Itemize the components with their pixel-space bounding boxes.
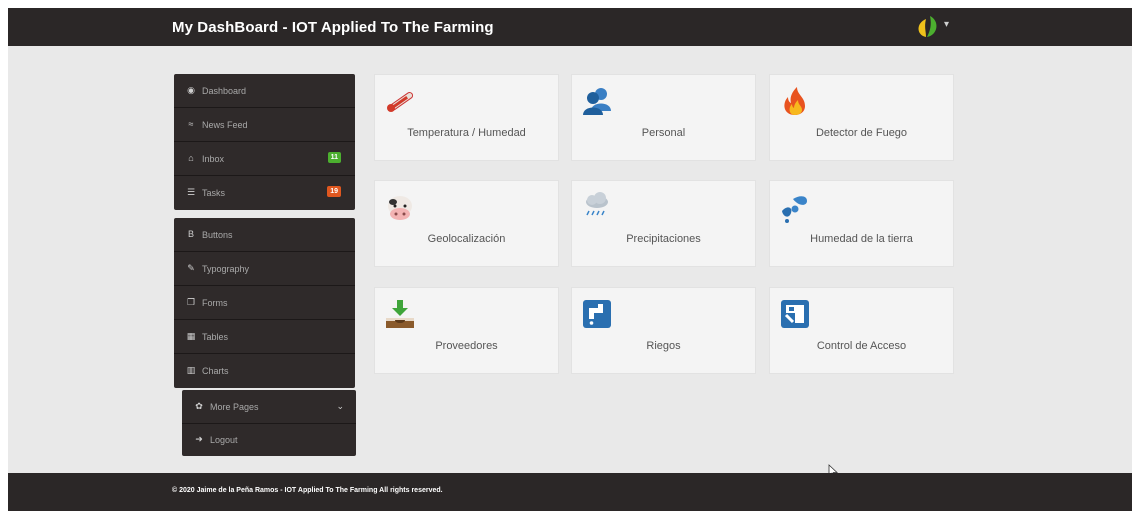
sidebar-item-tables[interactable]: ▦ Tables bbox=[174, 320, 355, 354]
tile-proveedores[interactable]: Proveedores bbox=[374, 287, 559, 374]
top-navbar: My DashBoard - IOT Applied To The Farmin… bbox=[8, 8, 1132, 46]
tile-label: Proveedores bbox=[435, 340, 498, 352]
sidebar-item-logout[interactable]: ➜ Logout bbox=[182, 423, 356, 457]
main-content: ◉ Dashboard ≈ News Feed ⌂ Inbox 11 ☰ Tas… bbox=[8, 46, 1132, 478]
tile-detector-fuego[interactable]: Detector de Fuego bbox=[769, 74, 954, 161]
tile-label: Control de Acceso bbox=[816, 340, 907, 352]
chart-icon: ▥ bbox=[186, 365, 196, 375]
tile-label: Temperatura / Humedad bbox=[407, 127, 526, 139]
app-title[interactable]: My DashBoard - IOT Applied To The Farmin… bbox=[172, 19, 494, 36]
logout-icon: ➜ bbox=[195, 434, 203, 444]
tile-label: Geolocalización bbox=[427, 233, 506, 245]
sidebar-group-extra: ✿ More Pages ⌄ ➜ Logout bbox=[182, 390, 356, 456]
tile-label: Precipitaciones bbox=[626, 233, 701, 245]
dashboard-icon: ◉ bbox=[187, 85, 195, 95]
tile-control-acceso[interactable]: Control de Acceso bbox=[769, 287, 954, 374]
water-drops-icon bbox=[782, 196, 807, 223]
table-icon: ▦ bbox=[186, 331, 196, 341]
sidebar-item-more-pages[interactable]: ✿ More Pages ⌄ bbox=[182, 390, 356, 424]
tile-label: Humedad de la tierra bbox=[810, 233, 913, 245]
fire-icon bbox=[784, 87, 805, 115]
tile-personal[interactable]: Personal bbox=[571, 74, 756, 161]
copyright-text: © 2020 Jaime de la Peña Ramos - IOT Appl… bbox=[172, 487, 443, 494]
sidebar-item-dashboard[interactable]: ◉ Dashboard bbox=[174, 74, 355, 108]
files-icon: ❐ bbox=[186, 297, 196, 307]
sidebar-group-main: ◉ Dashboard ≈ News Feed ⌂ Inbox 11 ☰ Tas… bbox=[174, 74, 355, 210]
rss-icon: ≈ bbox=[188, 119, 194, 129]
tile-label: Riegos bbox=[646, 340, 681, 352]
screen: My DashBoard - IOT Applied To The Farmin… bbox=[8, 8, 1132, 511]
planting-icon bbox=[386, 300, 414, 328]
tile-temperatura-humedad[interactable]: Temperatura / Humedad bbox=[374, 74, 559, 161]
sidebar-item-forms[interactable]: ❐ Forms bbox=[174, 286, 355, 320]
inbox-icon: ⌂ bbox=[188, 153, 194, 163]
tile-precipitaciones[interactable]: Precipitaciones bbox=[571, 180, 756, 267]
user-menu-caret-icon[interactable]: ▾ bbox=[944, 19, 949, 30]
tile-geolocalizacion[interactable]: Geolocalización bbox=[374, 180, 559, 267]
tasks-icon: ☰ bbox=[186, 187, 196, 197]
chevron-down-icon: ⌄ bbox=[336, 401, 344, 411]
inbox-count-badge: 11 bbox=[327, 152, 341, 163]
access-control-icon bbox=[781, 300, 809, 328]
pencil-icon: ✎ bbox=[187, 263, 195, 273]
sidebar-item-buttons[interactable]: B Buttons bbox=[174, 218, 355, 252]
rain-cloud-icon bbox=[586, 192, 608, 216]
tasks-count-badge: 19 bbox=[327, 186, 341, 197]
sidebar-item-inbox[interactable]: ⌂ Inbox 11 bbox=[174, 142, 355, 176]
gear-icon: ✿ bbox=[195, 401, 203, 411]
tap-icon bbox=[583, 300, 611, 328]
tile-label: Detector de Fuego bbox=[815, 127, 908, 139]
sidebar-group-ui: B Buttons ✎ Typography ❐ Forms ▦ Tables … bbox=[174, 218, 355, 388]
footer: © 2020 Jaime de la Peña Ramos - IOT Appl… bbox=[8, 473, 1132, 511]
tile-humedad-tierra[interactable]: Humedad de la tierra bbox=[769, 180, 954, 267]
thermometer-icon bbox=[387, 92, 414, 112]
bold-icon: B bbox=[187, 229, 194, 239]
people-icon bbox=[583, 88, 611, 115]
tile-label: Personal bbox=[641, 127, 686, 139]
leaf-logo-icon[interactable] bbox=[912, 13, 942, 41]
sidebar-item-news-feed[interactable]: ≈ News Feed bbox=[174, 108, 355, 142]
cow-icon bbox=[388, 196, 412, 220]
sidebar-item-charts[interactable]: ▥ Charts bbox=[174, 354, 355, 388]
sidebar-item-tasks[interactable]: ☰ Tasks 19 bbox=[174, 176, 355, 210]
tile-riegos[interactable]: Riegos bbox=[571, 287, 756, 374]
sidebar-item-typography[interactable]: ✎ Typography bbox=[174, 252, 355, 286]
